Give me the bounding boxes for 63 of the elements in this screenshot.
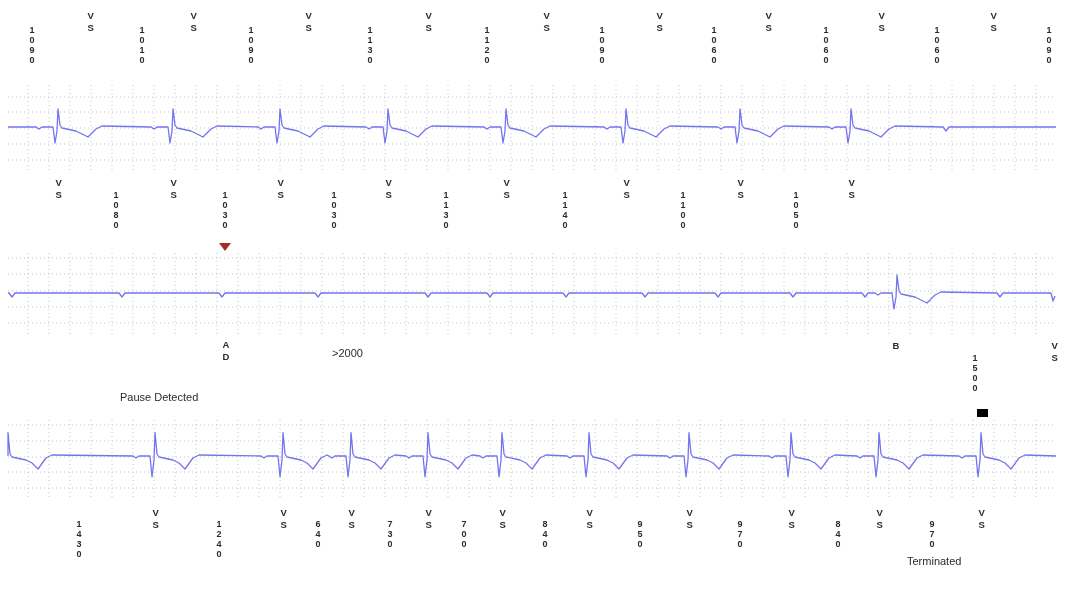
event-marker: VS xyxy=(978,507,984,531)
event-marker: VS xyxy=(543,10,549,34)
interval-value: 1430 xyxy=(76,519,82,559)
event-marker: AD xyxy=(222,339,228,363)
event-marker: VS xyxy=(623,177,629,201)
interval-value: 640 xyxy=(315,519,321,549)
interval-value: 1060 xyxy=(934,25,940,65)
interval-value: 1130 xyxy=(367,25,373,65)
interval-value: 1080 xyxy=(113,190,119,230)
interval-value: 1140 xyxy=(562,190,568,230)
event-marker: VS xyxy=(305,10,311,34)
interval-value: 1090 xyxy=(248,25,254,65)
interval-value: 840 xyxy=(835,519,841,549)
event-marker: VS xyxy=(152,507,158,531)
event-marker: VS xyxy=(1051,340,1057,364)
event-marker: VS xyxy=(499,507,505,531)
interval-value: 1030 xyxy=(222,190,228,230)
event-marker: VS xyxy=(878,10,884,34)
interval-value: 950 xyxy=(637,519,643,549)
interval-value: 1090 xyxy=(29,25,35,65)
interval-value: 1500 xyxy=(972,353,978,393)
event-marker: VS xyxy=(277,177,283,201)
interval-value: 1130 xyxy=(443,190,449,230)
event-marker: VS xyxy=(425,10,431,34)
event-marker: VS xyxy=(765,10,771,34)
interval-value: 970 xyxy=(929,519,935,549)
event-marker: VS xyxy=(876,507,882,531)
interval-value: 1030 xyxy=(331,190,337,230)
interval-value: 840 xyxy=(542,519,548,549)
event-marker: VS xyxy=(190,10,196,34)
interval-value: 1050 xyxy=(793,190,799,230)
interval-value: 970 xyxy=(737,519,743,549)
annotation-text: Terminated xyxy=(907,555,962,568)
interval-value: 1010 xyxy=(139,25,145,65)
interval-value: 1100 xyxy=(680,190,686,230)
interval-value: 1060 xyxy=(823,25,829,65)
event-marker: VS xyxy=(990,10,996,34)
event-marker: VS xyxy=(737,177,743,201)
event-marker: VS xyxy=(87,10,93,34)
event-marker: B xyxy=(892,340,898,352)
event-marker: VS xyxy=(425,507,431,531)
interval-value: 730 xyxy=(387,519,393,549)
event-marker: VS xyxy=(385,177,391,201)
event-marker: VS xyxy=(348,507,354,531)
event-marker: VS xyxy=(656,10,662,34)
interval-value: 1060 xyxy=(711,25,717,65)
interval-value: 1240 xyxy=(216,519,222,559)
interval-value: 700 xyxy=(461,519,467,549)
annotation-text: Pause Detected xyxy=(120,391,199,404)
event-marker: VS xyxy=(686,507,692,531)
event-marker: VS xyxy=(848,177,854,201)
event-marker: VS xyxy=(586,507,592,531)
event-marker: VS xyxy=(503,177,509,201)
event-marker: VS xyxy=(170,177,176,201)
square-marker-icon xyxy=(977,409,988,417)
interval-value: 1090 xyxy=(1046,25,1052,65)
triangle-marker-icon xyxy=(219,243,231,251)
event-marker: VS xyxy=(280,507,286,531)
interval-value: 1120 xyxy=(484,25,490,65)
event-marker: VS xyxy=(55,177,61,201)
event-marker: VS xyxy=(788,507,794,531)
annotation-text: >2000 xyxy=(332,347,363,360)
interval-value: 1090 xyxy=(599,25,605,65)
